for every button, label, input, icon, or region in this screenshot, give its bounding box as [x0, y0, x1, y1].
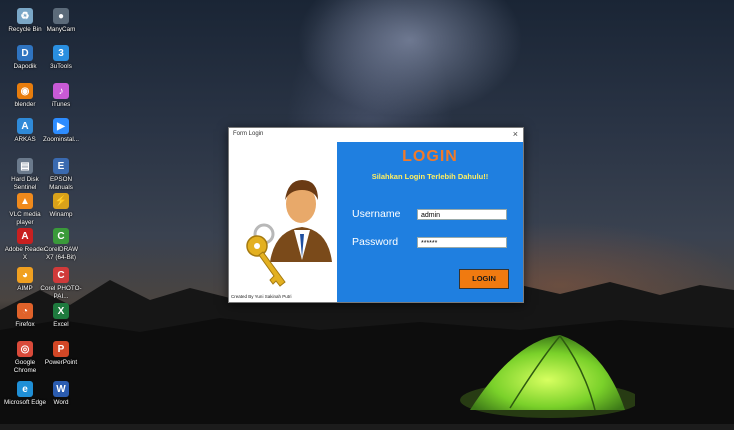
desktop-icon-label: CorelDRAW X7 (64-Bit)	[43, 246, 79, 261]
chrome-icon: ◎	[17, 341, 33, 357]
window-titlebar[interactable]: Form Login ×	[229, 128, 523, 142]
zoom-icon: ▶	[53, 118, 69, 134]
username-label: Username	[352, 208, 401, 220]
desktop-icon[interactable]: E EPSON Manuals	[40, 158, 82, 191]
desktop-icon-label: EPSON Manuals	[49, 176, 73, 191]
desktop-icon-label: Zoominstal...	[42, 136, 80, 143]
arkas-icon: A	[17, 118, 33, 134]
login-form-panel: LOGIN Silahkan Login Terlebih Dahulu!! U…	[337, 142, 523, 302]
close-icon[interactable]: ×	[513, 129, 518, 139]
desktop-icon-label: iTunes	[51, 101, 71, 108]
desktop-icon-label: Corel PHOTO-PAI...	[40, 285, 82, 300]
desktop-icon-label: Winamp	[49, 211, 73, 218]
desktop-icon-label: Word	[53, 399, 69, 406]
epson-manuals-icon: E	[53, 158, 69, 174]
blender-icon: ◉	[17, 83, 33, 99]
desktop-icon-label: ManyCam	[46, 26, 76, 33]
desktop-icon[interactable]: P PowerPoint	[40, 341, 82, 367]
word-icon: W	[53, 381, 69, 397]
desktop-icon[interactable]: ♪ iTunes	[40, 83, 82, 109]
recycle-bin-icon: ♻	[17, 8, 33, 24]
powerpoint-icon: P	[53, 341, 69, 357]
username-field[interactable]: admin	[417, 209, 507, 220]
coreldraw-icon: C	[53, 228, 69, 244]
desktop-icon[interactable]: ● ManyCam	[40, 8, 82, 34]
login-button[interactable]: LOGIN	[459, 269, 509, 289]
password-label: Password	[352, 236, 399, 248]
excel-icon: X	[53, 303, 69, 319]
hard-disk-sentinel-icon: ▤	[17, 158, 33, 174]
itunes-icon: ♪	[53, 83, 69, 99]
desktop-icon[interactable]: 3 3uTools	[40, 45, 82, 71]
tent-illustration	[460, 335, 635, 418]
dapodik-icon: D	[17, 45, 33, 61]
desktop-icon-label: PowerPoint	[44, 359, 78, 366]
login-window: Form Login × Created By Yuni Sakinah Put…	[228, 127, 524, 303]
winamp-icon: ⚡	[53, 193, 69, 209]
firefox-icon: ◔	[17, 303, 33, 319]
desktop-icon-label: 3uTools	[50, 63, 72, 70]
corel-photo-paint-icon: C	[53, 267, 69, 283]
desktop-icon[interactable]: ⚡ Winamp	[40, 193, 82, 219]
login-subtitle: Silahkan Login Terlebih Dahulu!!	[371, 172, 489, 181]
3utools-icon: 3	[53, 45, 69, 61]
window-title: Form Login	[233, 131, 264, 137]
desktop-icon[interactable]: ▶ Zoominstal...	[40, 118, 82, 144]
edge-icon: e	[17, 381, 33, 397]
vlc-icon: ▲	[17, 193, 33, 209]
login-illustration-panel: Created By Yuni Sakinah Putri	[230, 142, 337, 301]
login-heading: LOGIN	[402, 148, 458, 165]
adobe-reader-icon: A	[17, 228, 33, 244]
created-by-text: Created By Yuni Sakinah Putri	[231, 294, 292, 299]
manycam-icon: ●	[53, 8, 69, 24]
desktop-icon-label: Excel	[53, 321, 69, 328]
desktop-icon[interactable]: X Excel	[40, 303, 82, 329]
password-field[interactable]: ******	[417, 237, 507, 248]
user-key-icon	[246, 180, 332, 287]
desktop-icon[interactable]: C CorelDRAW X7 (64-Bit)	[40, 228, 82, 261]
desktop-icon[interactable]: C Corel PHOTO-PAI...	[40, 267, 82, 300]
taskbar[interactable]	[0, 424, 734, 430]
aimp-icon: ◕	[17, 267, 33, 283]
desktop-icon[interactable]: W Word	[40, 381, 82, 407]
